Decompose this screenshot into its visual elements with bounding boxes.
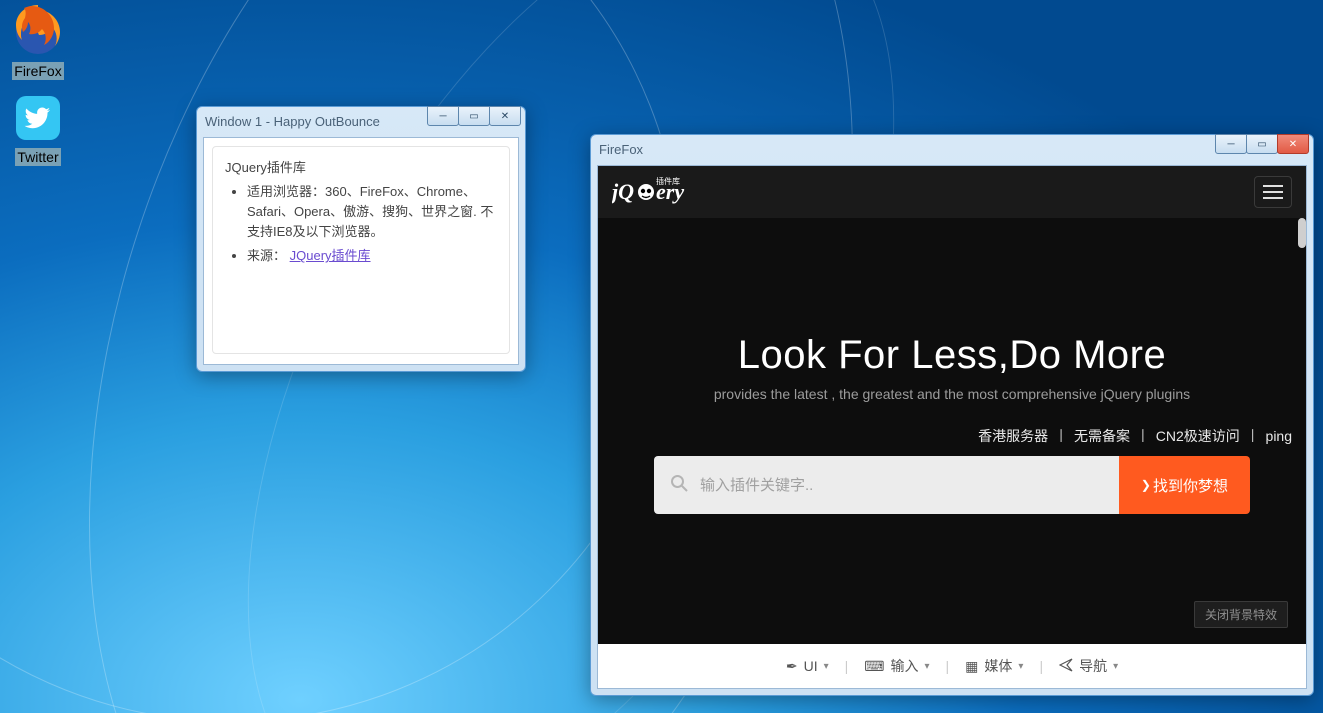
desktop-icon-firefox[interactable]: FireFox: [2, 4, 74, 81]
promo-item[interactable]: 香港服务器: [978, 428, 1048, 444]
content-bullet: 适用浏览器：360、FireFox、Chrome、Safari、Opera、傲游…: [247, 182, 497, 242]
search-bar: ❯ 找到你梦想: [654, 456, 1250, 514]
maximize-button[interactable]: ▭: [1246, 134, 1278, 154]
hero: Look For Less,Do More provides the lates…: [598, 218, 1306, 402]
desktop-icon-label: FireFox: [12, 62, 63, 80]
promo-item[interactable]: 无需备案: [1074, 428, 1130, 444]
titlebar[interactable]: FireFox: [591, 135, 1313, 163]
hamburger-button[interactable]: [1254, 176, 1292, 208]
nav-ui[interactable]: ✒ UI ▾: [786, 658, 829, 675]
svg-text:插件库: 插件库: [656, 176, 680, 186]
media-icon: ▦: [965, 658, 978, 675]
chevron-down-icon: ▾: [1018, 661, 1023, 672]
chevron-down-icon: ▾: [1113, 661, 1118, 672]
bottom-nav: ✒ UI ▾ | ⌨ 输入 ▾ | ▦ 媒体 ▾ |: [598, 644, 1306, 688]
keyboard-icon: ⌨: [864, 658, 884, 675]
plane-icon: [1059, 658, 1073, 675]
nav-media[interactable]: ▦ 媒体 ▾: [965, 656, 1023, 676]
svg-text:jQ: jQ: [612, 179, 634, 204]
window-title: FireFox: [591, 142, 1313, 157]
content-bullet: 来源： JQuery插件库: [247, 246, 497, 266]
window-happy-outbounce[interactable]: ─ ▭ ✕ Window 1 - Happy OutBounce JQuery插…: [196, 106, 526, 372]
window-firefox[interactable]: ─ ▭ ✕ FireFox jQ ery 插件库: [590, 134, 1314, 696]
hero-title: Look For Less,Do More: [598, 333, 1306, 378]
close-button[interactable]: ✕: [1277, 134, 1309, 154]
close-button[interactable]: ✕: [489, 106, 521, 126]
promo-item[interactable]: ping: [1266, 428, 1292, 444]
search-icon: [670, 474, 688, 497]
desktop-icon-twitter[interactable]: Twitter: [2, 90, 74, 167]
search-button[interactable]: ❯ 找到你梦想: [1119, 456, 1250, 514]
source-link[interactable]: JQuery插件库: [290, 248, 371, 263]
brand-logo[interactable]: jQ ery 插件库: [612, 175, 704, 209]
scrollbar-thumb[interactable]: [1298, 218, 1306, 248]
chevron-down-icon: ▾: [824, 661, 829, 672]
browser-page: jQ ery 插件库 Look For Less,Do More pro: [598, 166, 1306, 688]
hero-subtitle: provides the latest , the greatest and t…: [598, 386, 1306, 402]
maximize-button[interactable]: ▭: [458, 106, 490, 126]
disable-bg-fx-button[interactable]: 关闭背景特效: [1194, 601, 1288, 628]
minimize-button[interactable]: ─: [1215, 134, 1247, 154]
search-input[interactable]: [698, 476, 1103, 495]
nav-input[interactable]: ⌨ 输入 ▾: [864, 656, 929, 676]
twitter-icon: [2, 90, 74, 146]
chevron-down-icon: ▾: [925, 661, 930, 672]
promo-item[interactable]: CN2极速访问: [1156, 428, 1240, 444]
content-heading: JQuery插件库: [225, 157, 497, 176]
nav-navigation[interactable]: 导航 ▾: [1059, 656, 1118, 676]
play-icon: ❯: [1141, 478, 1151, 492]
brush-icon: ✒: [786, 658, 798, 675]
page-topbar: jQ ery 插件库: [598, 166, 1306, 218]
desktop-icon-label: Twitter: [15, 148, 60, 166]
minimize-button[interactable]: ─: [427, 106, 459, 126]
firefox-icon: [2, 4, 74, 60]
promo-bar: 香港服务器 丨 无需备案 丨 CN2极速访问 丨 ping: [598, 402, 1306, 456]
